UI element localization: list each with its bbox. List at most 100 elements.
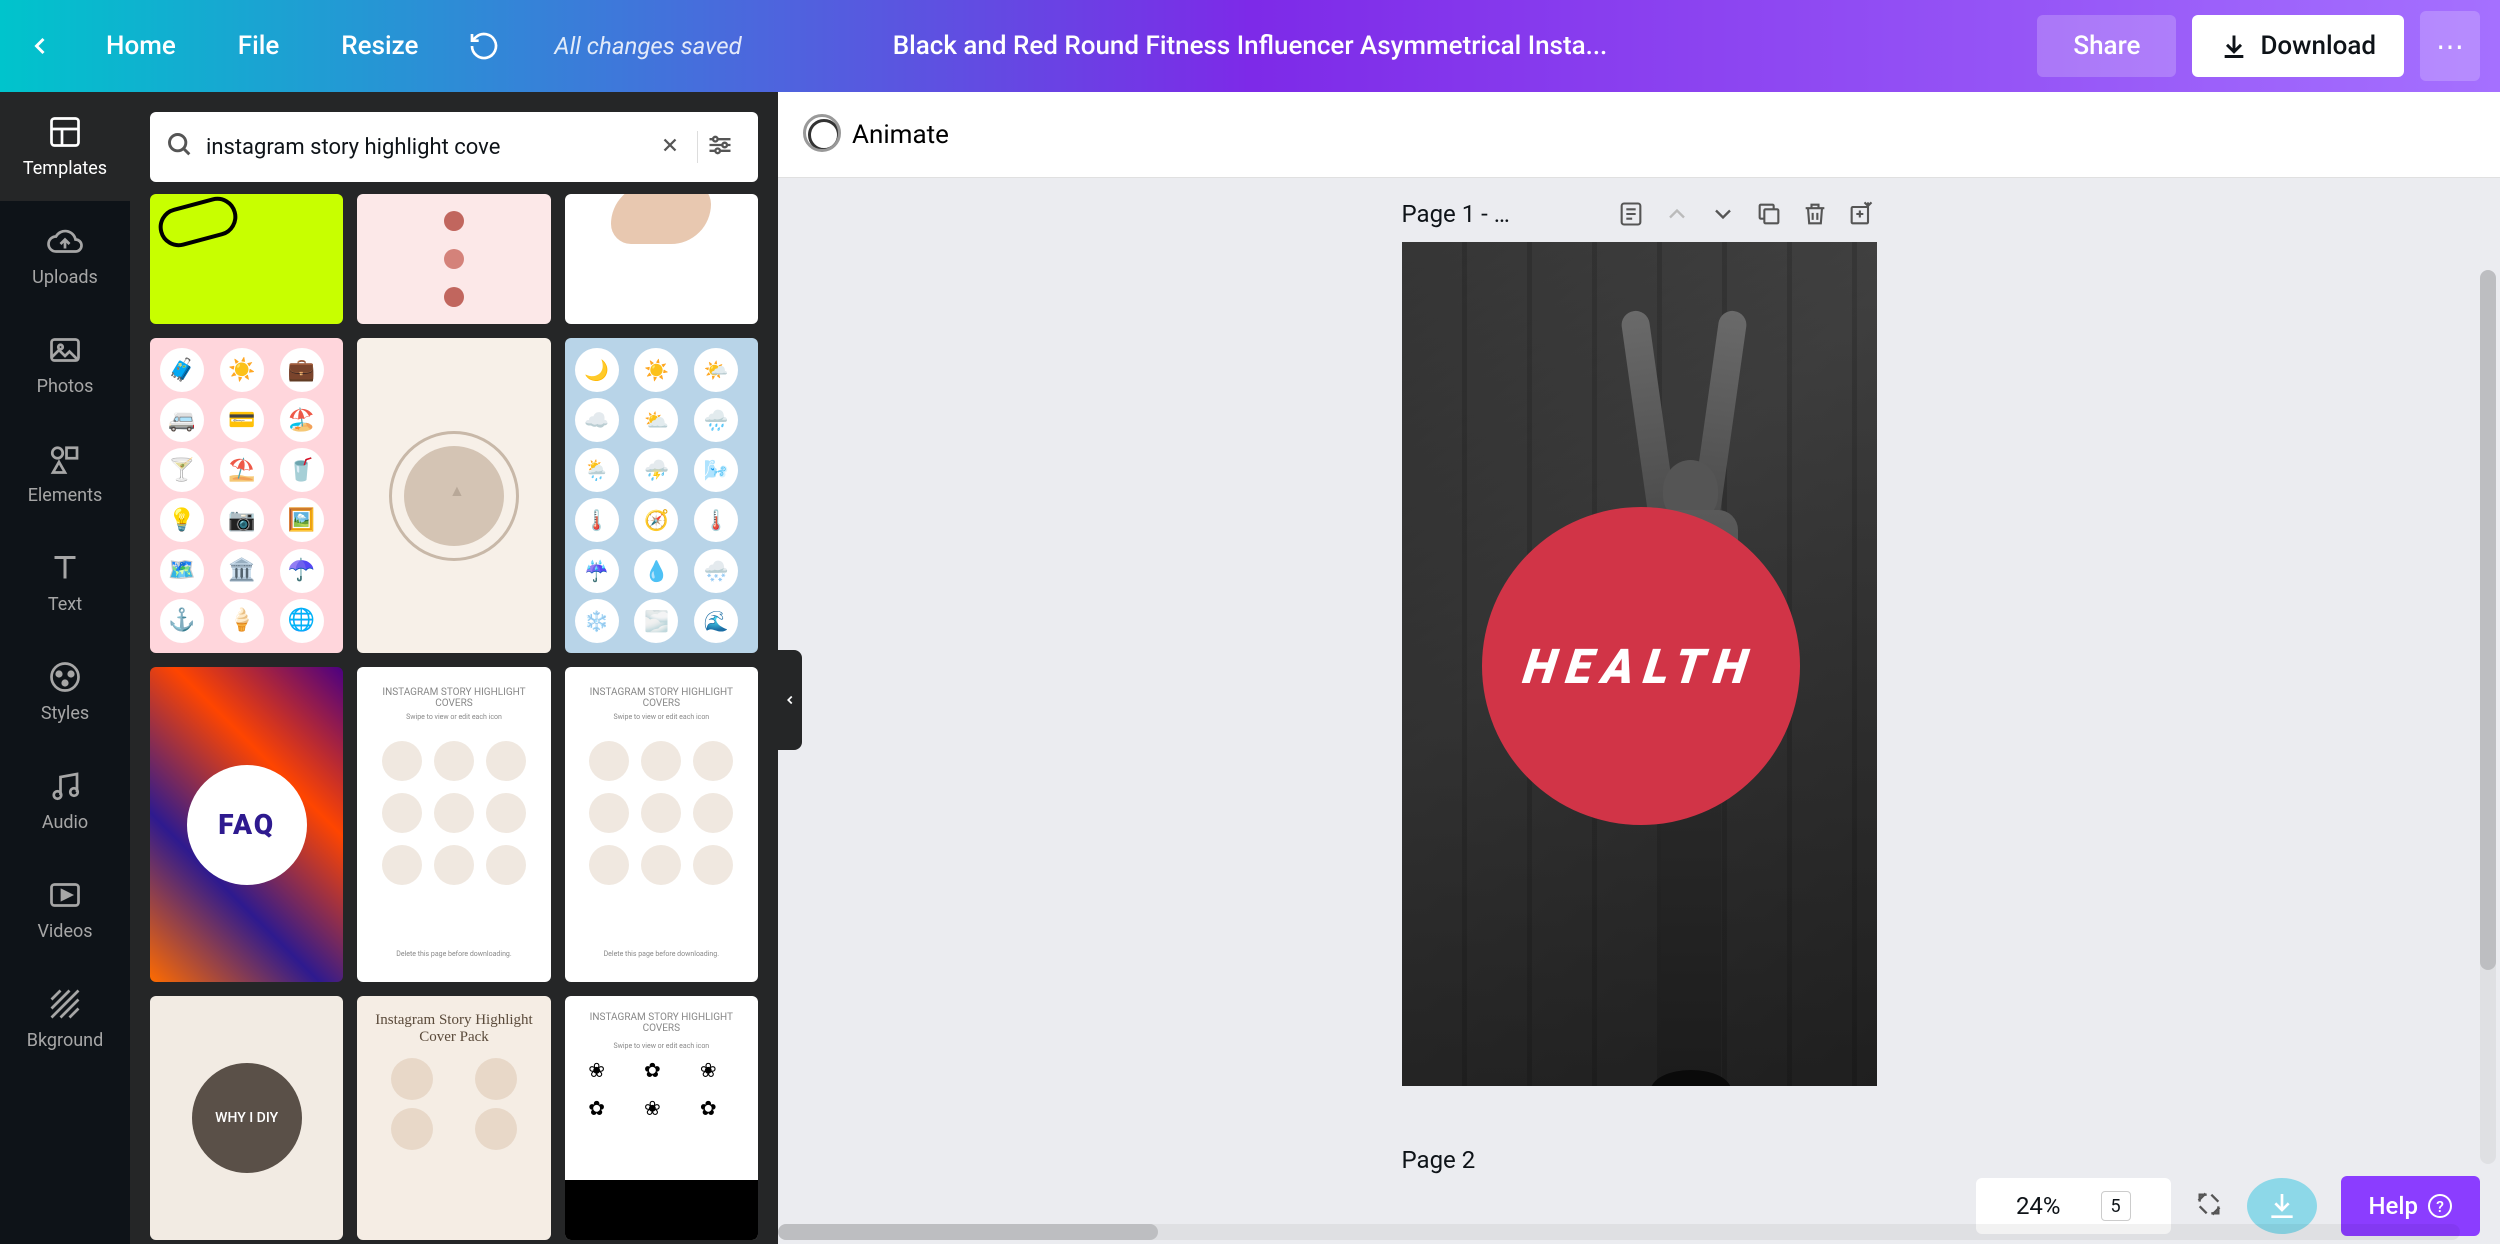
chevron-left-icon bbox=[783, 693, 797, 707]
faq-text: FAQ bbox=[187, 765, 307, 885]
template-item[interactable] bbox=[357, 338, 550, 653]
add-page-icon bbox=[1847, 200, 1875, 228]
chevron-left-icon bbox=[26, 32, 54, 60]
templates-grid: 🧳☀️💼🚐💳🏖️🍸⛱️🥤💡📷🖼️🗺️🏛️☂️⚓🍦🌐 🌙☀️🌤️☁️⛅🌧️🌦️⛈️… bbox=[150, 194, 758, 1240]
sidebar-item-background[interactable]: Bkground bbox=[0, 964, 130, 1073]
fullscreen-icon bbox=[2195, 1190, 2223, 1218]
question-icon: ? bbox=[2428, 1194, 2452, 1218]
download-cloud-icon bbox=[2266, 1190, 2298, 1222]
delete-button[interactable] bbox=[1799, 198, 1831, 230]
sidebar-label: Templates bbox=[23, 158, 107, 179]
elements-icon bbox=[47, 441, 83, 477]
sidebar-item-elements[interactable]: Elements bbox=[0, 419, 130, 528]
sidebar-label: Bkground bbox=[27, 1030, 103, 1051]
undo-icon bbox=[468, 30, 500, 62]
search-input[interactable] bbox=[206, 135, 651, 160]
chevron-up-icon bbox=[1663, 200, 1691, 228]
page-count-badge: 5 bbox=[2101, 1191, 2131, 1221]
sidebar-item-uploads[interactable]: Uploads bbox=[0, 201, 130, 310]
sidebar-label: Uploads bbox=[32, 267, 98, 288]
page-header: Page 1 - … bbox=[1402, 198, 1877, 230]
canvas-toolbar: Animate bbox=[778, 92, 2500, 178]
more-button[interactable]: ⋯ bbox=[2420, 11, 2480, 81]
template-item[interactable] bbox=[565, 194, 758, 324]
page-actions bbox=[1615, 198, 1877, 230]
template-item[interactable] bbox=[357, 194, 550, 324]
animate-button[interactable]: Animate bbox=[808, 119, 949, 151]
trash-icon bbox=[1801, 200, 1829, 228]
sidebar-item-templates[interactable]: Templates bbox=[0, 92, 130, 201]
sidebar-item-photos[interactable]: Photos bbox=[0, 310, 130, 419]
share-button[interactable]: Share bbox=[2037, 15, 2176, 77]
fullscreen-button[interactable] bbox=[2195, 1190, 2223, 1222]
canvas-area: Animate Page 1 - … bbox=[778, 92, 2500, 1244]
template-item[interactable]: FAQ bbox=[150, 667, 343, 982]
template-item[interactable]: Instagram Story Highlight Cover Pack bbox=[357, 996, 550, 1240]
search-clear-button[interactable] bbox=[651, 134, 689, 161]
topbar: Home File Resize All changes saved Black… bbox=[0, 0, 2500, 92]
sidebar-item-videos[interactable]: Videos bbox=[0, 855, 130, 964]
health-text: HEALTH bbox=[1520, 638, 1761, 695]
notes-button[interactable] bbox=[1615, 198, 1647, 230]
canvas-content[interactable]: Page 1 - … bbox=[778, 178, 2500, 1244]
videos-icon bbox=[47, 877, 83, 913]
chevron-down-icon bbox=[1709, 200, 1737, 228]
template-item[interactable]: 🧳☀️💼🚐💳🏖️🍸⛱️🥤💡📷🖼️🗺️🏛️☂️⚓🍦🌐 bbox=[150, 338, 343, 653]
zoom-value: 24% bbox=[2016, 1192, 2061, 1220]
why-i-diy-text: WHY I DIY bbox=[192, 1063, 302, 1173]
sidebar-label: Videos bbox=[37, 921, 92, 942]
sidebar-item-text[interactable]: Text bbox=[0, 528, 130, 637]
duplicate-button[interactable] bbox=[1753, 198, 1785, 230]
resize-button[interactable]: Resize bbox=[325, 23, 434, 69]
audio-icon bbox=[47, 768, 83, 804]
canvas-page-1[interactable]: HEALTH bbox=[1402, 242, 1877, 1086]
ellipsis-icon: ⋯ bbox=[2436, 30, 2464, 63]
templates-panel: 🧳☀️💼🚐💳🏖️🍸⛱️🥤💡📷🖼️🗺️🏛️☂️⚓🍦🌐 🌙☀️🌤️☁️⛅🌧️🌦️⛈️… bbox=[130, 92, 778, 1244]
search-filter-button[interactable] bbox=[697, 131, 742, 163]
close-icon bbox=[659, 134, 681, 156]
notes-icon bbox=[1617, 200, 1645, 228]
back-arrow-button[interactable] bbox=[20, 26, 60, 66]
animate-label: Animate bbox=[852, 120, 949, 150]
left-sidebar: Templates Uploads Photos Elements Text S… bbox=[0, 92, 130, 1244]
sidebar-item-audio[interactable]: Audio bbox=[0, 746, 130, 855]
background-icon bbox=[47, 986, 83, 1022]
sidebar-label: Styles bbox=[41, 703, 89, 724]
horizontal-scrollbar[interactable] bbox=[778, 1224, 2460, 1240]
template-item[interactable]: INSTAGRAM STORY HIGHLIGHT COVERS Swipe t… bbox=[357, 667, 550, 982]
download-button[interactable]: Download bbox=[2192, 15, 2404, 77]
file-button[interactable]: File bbox=[222, 23, 296, 69]
vertical-scrollbar[interactable] bbox=[2480, 270, 2496, 1164]
download-label: Download bbox=[2260, 31, 2376, 61]
collapse-panel-button[interactable] bbox=[778, 650, 802, 750]
sidebar-label: Photos bbox=[37, 376, 94, 397]
topbar-left: Home File Resize All changes saved bbox=[20, 23, 742, 69]
uploads-icon bbox=[47, 223, 83, 259]
move-down-button[interactable] bbox=[1707, 198, 1739, 230]
sidebar-label: Elements bbox=[28, 485, 103, 506]
sidebar-label: Text bbox=[48, 594, 82, 615]
template-item[interactable]: INSTAGRAM STORY HIGHLIGHT COVERS Swipe t… bbox=[565, 996, 758, 1240]
move-up-button[interactable] bbox=[1661, 198, 1693, 230]
page-label[interactable]: Page 1 - … bbox=[1402, 200, 1601, 228]
sidebar-label: Audio bbox=[42, 812, 88, 833]
undo-button[interactable] bbox=[464, 26, 504, 66]
template-item[interactable]: INSTAGRAM STORY HIGHLIGHT COVERS Swipe t… bbox=[565, 667, 758, 982]
topbar-right: Share Download ⋯ bbox=[2037, 11, 2480, 81]
sidebar-item-styles[interactable]: Styles bbox=[0, 637, 130, 746]
page-2-label[interactable]: Page 2 bbox=[1402, 1146, 1877, 1174]
duplicate-icon bbox=[1755, 200, 1783, 228]
template-item[interactable]: 🌙☀️🌤️☁️⛅🌧️🌦️⛈️🌬️🌡️🧭🌡️☔💧🌨️❄️🌫️🌊 bbox=[565, 338, 758, 653]
add-page-button[interactable] bbox=[1845, 198, 1877, 230]
document-title[interactable]: Black and Red Round Fitness Influencer A… bbox=[893, 31, 1608, 61]
filter-icon bbox=[706, 131, 734, 159]
template-item[interactable] bbox=[150, 194, 343, 324]
text-icon bbox=[47, 550, 83, 586]
template-item[interactable]: WHY I DIY bbox=[150, 996, 343, 1240]
home-button[interactable]: Home bbox=[90, 23, 192, 69]
health-circle[interactable]: HEALTH bbox=[1482, 507, 1800, 825]
download-icon bbox=[2220, 32, 2248, 60]
search-icon bbox=[166, 131, 194, 163]
help-label: Help bbox=[2369, 1192, 2419, 1220]
photos-icon bbox=[47, 332, 83, 368]
